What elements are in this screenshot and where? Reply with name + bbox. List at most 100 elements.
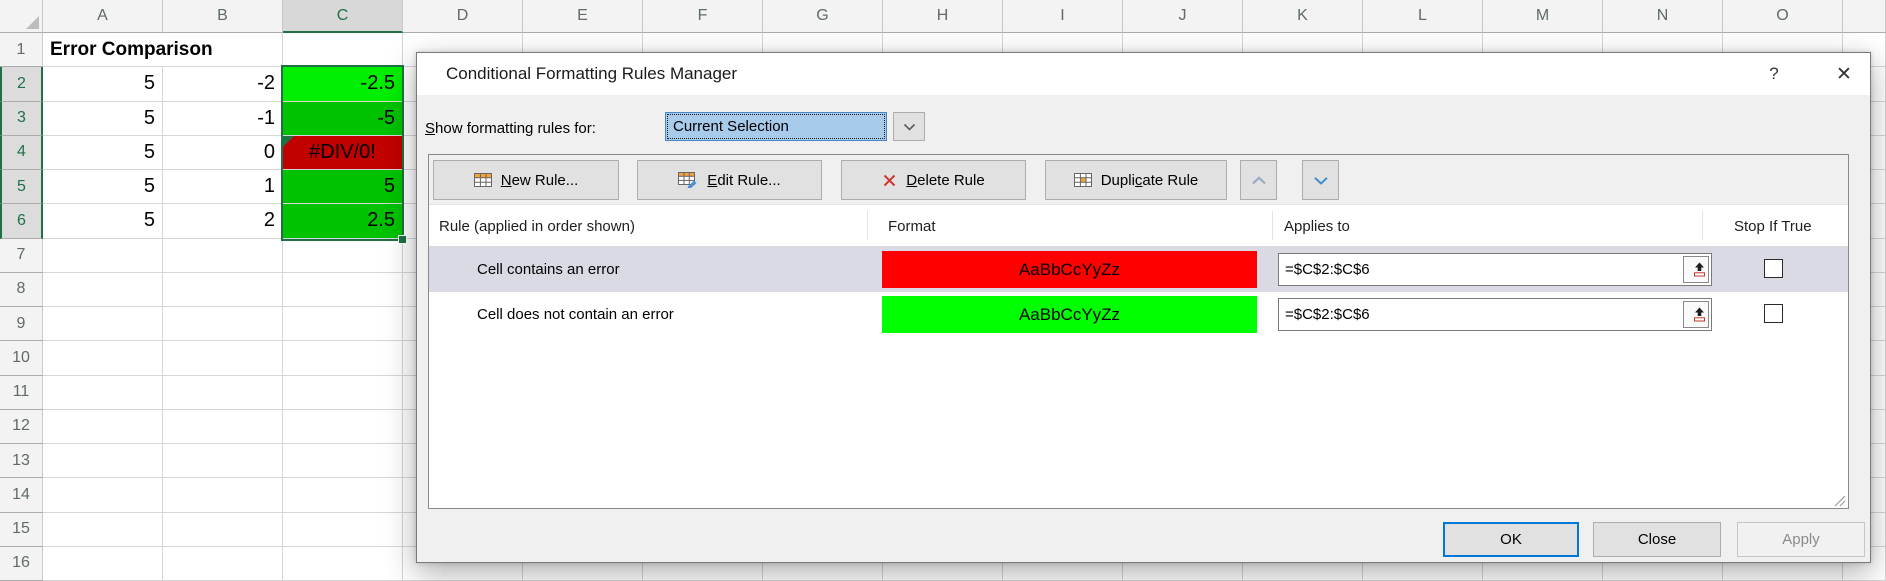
row-header-1[interactable]: 1 xyxy=(0,33,43,67)
column-header-D[interactable]: D xyxy=(403,0,523,33)
row-header-16[interactable]: 16 xyxy=(0,547,43,581)
cell-C3[interactable]: -5 xyxy=(283,102,403,136)
column-header-N[interactable]: N xyxy=(1603,0,1723,33)
cell-A2[interactable]: 5 xyxy=(43,67,163,101)
cell-B16[interactable] xyxy=(163,547,283,581)
rule-row[interactable]: Cell contains an error AaBbCcYyZz =$C$2:… xyxy=(429,247,1848,292)
cell-C16[interactable] xyxy=(283,547,403,581)
row-header-13[interactable]: 13 xyxy=(0,444,43,478)
cell-B11[interactable] xyxy=(163,376,283,410)
column-header-A[interactable]: A xyxy=(43,0,163,33)
row-header-2[interactable]: 2 xyxy=(0,67,43,101)
cell-B9[interactable] xyxy=(163,307,283,341)
cell-C12[interactable] xyxy=(283,410,403,444)
row-header-7[interactable]: 7 xyxy=(0,239,43,273)
column-header-H[interactable]: H xyxy=(883,0,1003,33)
column-header-L[interactable]: L xyxy=(1363,0,1483,33)
stop-if-true-checkbox[interactable] xyxy=(1764,304,1783,323)
cell-B10[interactable] xyxy=(163,341,283,375)
cell-C7[interactable] xyxy=(283,239,403,273)
column-header-M[interactable]: M xyxy=(1483,0,1603,33)
cell-A3[interactable]: 5 xyxy=(43,102,163,136)
duplicate-rule-button[interactable]: Duplicate Rule xyxy=(1045,160,1227,200)
cell-B4[interactable]: 0 xyxy=(163,136,283,170)
cell-A12[interactable] xyxy=(43,410,163,444)
collapse-dialog-button[interactable] xyxy=(1683,301,1709,328)
scope-dropdown[interactable]: Current Selection xyxy=(665,112,887,141)
row-header-9[interactable]: 9 xyxy=(0,307,43,341)
help-button[interactable]: ? xyxy=(1752,53,1796,95)
cell-C15[interactable] xyxy=(283,513,403,547)
new-rule-button[interactable]: New Rule... xyxy=(433,160,619,200)
cell-B15[interactable] xyxy=(163,513,283,547)
cell-B6[interactable]: 2 xyxy=(163,204,283,238)
cell-C2[interactable]: -2.5 xyxy=(283,67,403,101)
column-header-B[interactable]: B xyxy=(163,0,283,33)
fill-handle[interactable] xyxy=(398,235,407,244)
close-dialog-button[interactable]: Close xyxy=(1593,522,1721,557)
column-header-O[interactable]: O xyxy=(1723,0,1843,33)
cell-A6[interactable]: 5 xyxy=(43,204,163,238)
cell-B5[interactable]: 1 xyxy=(163,170,283,204)
cell-C4[interactable]: #DIV/0! xyxy=(283,136,403,170)
cell-C11[interactable] xyxy=(283,376,403,410)
row-header-12[interactable]: 12 xyxy=(0,410,43,444)
close-button[interactable]: ✕ xyxy=(1822,53,1866,95)
cell-A15[interactable] xyxy=(43,513,163,547)
cell-A16[interactable] xyxy=(43,547,163,581)
cell-C6[interactable]: 2.5 xyxy=(283,204,403,238)
cell-A4[interactable]: 5 xyxy=(43,136,163,170)
row-header-8[interactable]: 8 xyxy=(0,273,43,307)
row-header-6[interactable]: 6 xyxy=(0,204,43,238)
row-header-10[interactable]: 10 xyxy=(0,341,43,375)
cell-C5[interactable]: 5 xyxy=(283,170,403,204)
column-header-K[interactable]: K xyxy=(1243,0,1363,33)
cell-C8[interactable] xyxy=(283,273,403,307)
column-header-I[interactable]: I xyxy=(1003,0,1123,33)
cell-B13[interactable] xyxy=(163,444,283,478)
apply-button[interactable]: Apply xyxy=(1737,522,1865,557)
cell-B8[interactable] xyxy=(163,273,283,307)
delete-rule-button[interactable]: Delete Rule xyxy=(841,160,1026,200)
collapse-dialog-button[interactable] xyxy=(1683,256,1709,283)
stop-if-true-checkbox[interactable] xyxy=(1764,259,1783,278)
column-header-C[interactable]: C xyxy=(283,0,403,33)
cell-C10[interactable] xyxy=(283,341,403,375)
cell-C13[interactable] xyxy=(283,444,403,478)
row-header-4[interactable]: 4 xyxy=(0,136,43,170)
scope-dropdown-arrow[interactable] xyxy=(893,112,925,141)
column-header-G[interactable]: G xyxy=(763,0,883,33)
ok-button[interactable]: OK xyxy=(1443,522,1579,557)
row-header-3[interactable]: 3 xyxy=(0,102,43,136)
cell-A13[interactable] xyxy=(43,444,163,478)
row-header-15[interactable]: 15 xyxy=(0,513,43,547)
cell-B7[interactable] xyxy=(163,239,283,273)
column-header-F[interactable]: F xyxy=(643,0,763,33)
row-header-11[interactable]: 11 xyxy=(0,376,43,410)
rule-row[interactable]: Cell does not contain an error AaBbCcYyZ… xyxy=(429,292,1848,337)
cell-A8[interactable] xyxy=(43,273,163,307)
cell-C14[interactable] xyxy=(283,478,403,512)
cell-A9[interactable] xyxy=(43,307,163,341)
cell-C1[interactable] xyxy=(283,33,403,67)
cell-A10[interactable] xyxy=(43,341,163,375)
edit-rule-button[interactable]: Edit Rule... xyxy=(637,160,822,200)
move-down-button[interactable] xyxy=(1302,160,1339,200)
row-header-14[interactable]: 14 xyxy=(0,478,43,512)
row-header-5[interactable]: 5 xyxy=(0,170,43,204)
cell-A5[interactable]: 5 xyxy=(43,170,163,204)
applies-to-input[interactable]: =$C$2:$C$6 xyxy=(1278,298,1712,331)
applies-to-input[interactable]: =$C$2:$C$6 xyxy=(1278,253,1712,286)
cell-A7[interactable] xyxy=(43,239,163,273)
cell-A14[interactable] xyxy=(43,478,163,512)
cell-A11[interactable] xyxy=(43,376,163,410)
select-all-button[interactable] xyxy=(0,0,43,33)
cell-C9[interactable] xyxy=(283,307,403,341)
cell-B3[interactable]: -1 xyxy=(163,102,283,136)
column-header-E[interactable]: E xyxy=(523,0,643,33)
cell-A1[interactable]: Error Comparison xyxy=(43,33,163,67)
column-header-J[interactable]: J xyxy=(1123,0,1243,33)
cell-B14[interactable] xyxy=(163,478,283,512)
cell-B2[interactable]: -2 xyxy=(163,67,283,101)
resize-grip[interactable] xyxy=(1834,494,1847,507)
